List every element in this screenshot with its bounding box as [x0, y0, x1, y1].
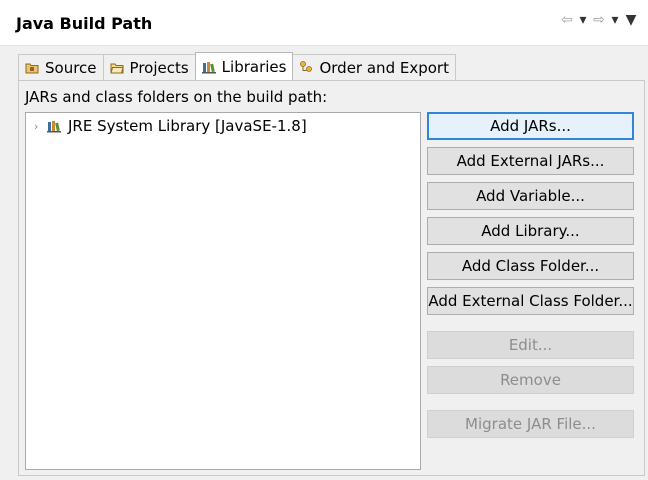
library-tree[interactable]: › JRE System Library [JavaSE-1.8] [25, 112, 421, 470]
build-path-label: JARs and class folders on the build path… [25, 88, 328, 106]
page-title: Java Build Path [16, 14, 153, 33]
libraries-icon [201, 59, 217, 74]
project-folder-icon [109, 60, 125, 75]
tab-bar: Source Projects Libraries Order and Expo… [18, 52, 456, 81]
migrate-jar-button[interactable]: Migrate JAR File... [427, 410, 634, 438]
add-class-folder-button[interactable]: Add Class Folder... [427, 252, 634, 280]
tree-item-jre-library[interactable]: › JRE System Library [JavaSE-1.8] [34, 116, 307, 136]
forward-arrow-icon[interactable]: ⇨ [592, 12, 606, 28]
build-path-page: Java Build Path ⇦ ▾ ⇨ ▾ ▼ Source Project… [0, 0, 648, 480]
tab-order-export-label: Order and Export [319, 58, 449, 77]
libraries-panel: JARs and class folders on the build path… [18, 80, 645, 476]
library-icon [47, 119, 63, 133]
tree-item-label: JRE System Library [JavaSE-1.8] [68, 117, 307, 135]
add-external-class-folder-button[interactable]: Add External Class Folder... [427, 287, 634, 315]
remove-button[interactable]: Remove [427, 366, 634, 394]
back-arrow-icon[interactable]: ⇦ [560, 12, 574, 28]
tab-libraries-label: Libraries [221, 57, 287, 76]
tab-libraries[interactable]: Libraries [194, 52, 294, 80]
tab-source-label: Source [45, 58, 97, 77]
page-header: Java Build Path ⇦ ▾ ⇨ ▾ ▼ [0, 0, 648, 46]
add-external-jars-button[interactable]: Add External JARs... [427, 147, 634, 175]
source-folder-icon [25, 60, 40, 75]
history-nav: ⇦ ▾ ⇨ ▾ ▼ [560, 12, 638, 28]
add-jars-button[interactable]: Add JARs... [427, 112, 634, 140]
edit-button[interactable]: Edit... [427, 331, 634, 359]
add-variable-button[interactable]: Add Variable... [427, 182, 634, 210]
expand-chevron-icon[interactable]: › [34, 120, 42, 133]
forward-menu-icon[interactable]: ▾ [608, 12, 622, 28]
order-export-icon [299, 60, 314, 75]
tab-projects-label: Projects [129, 58, 189, 77]
back-menu-icon[interactable]: ▾ [576, 12, 590, 28]
view-menu-icon[interactable]: ▼ [624, 12, 638, 28]
tab-order-export[interactable]: Order and Export [292, 54, 456, 80]
tab-projects[interactable]: Projects [102, 54, 196, 80]
add-library-button[interactable]: Add Library... [427, 217, 634, 245]
tab-source[interactable]: Source [18, 54, 104, 80]
